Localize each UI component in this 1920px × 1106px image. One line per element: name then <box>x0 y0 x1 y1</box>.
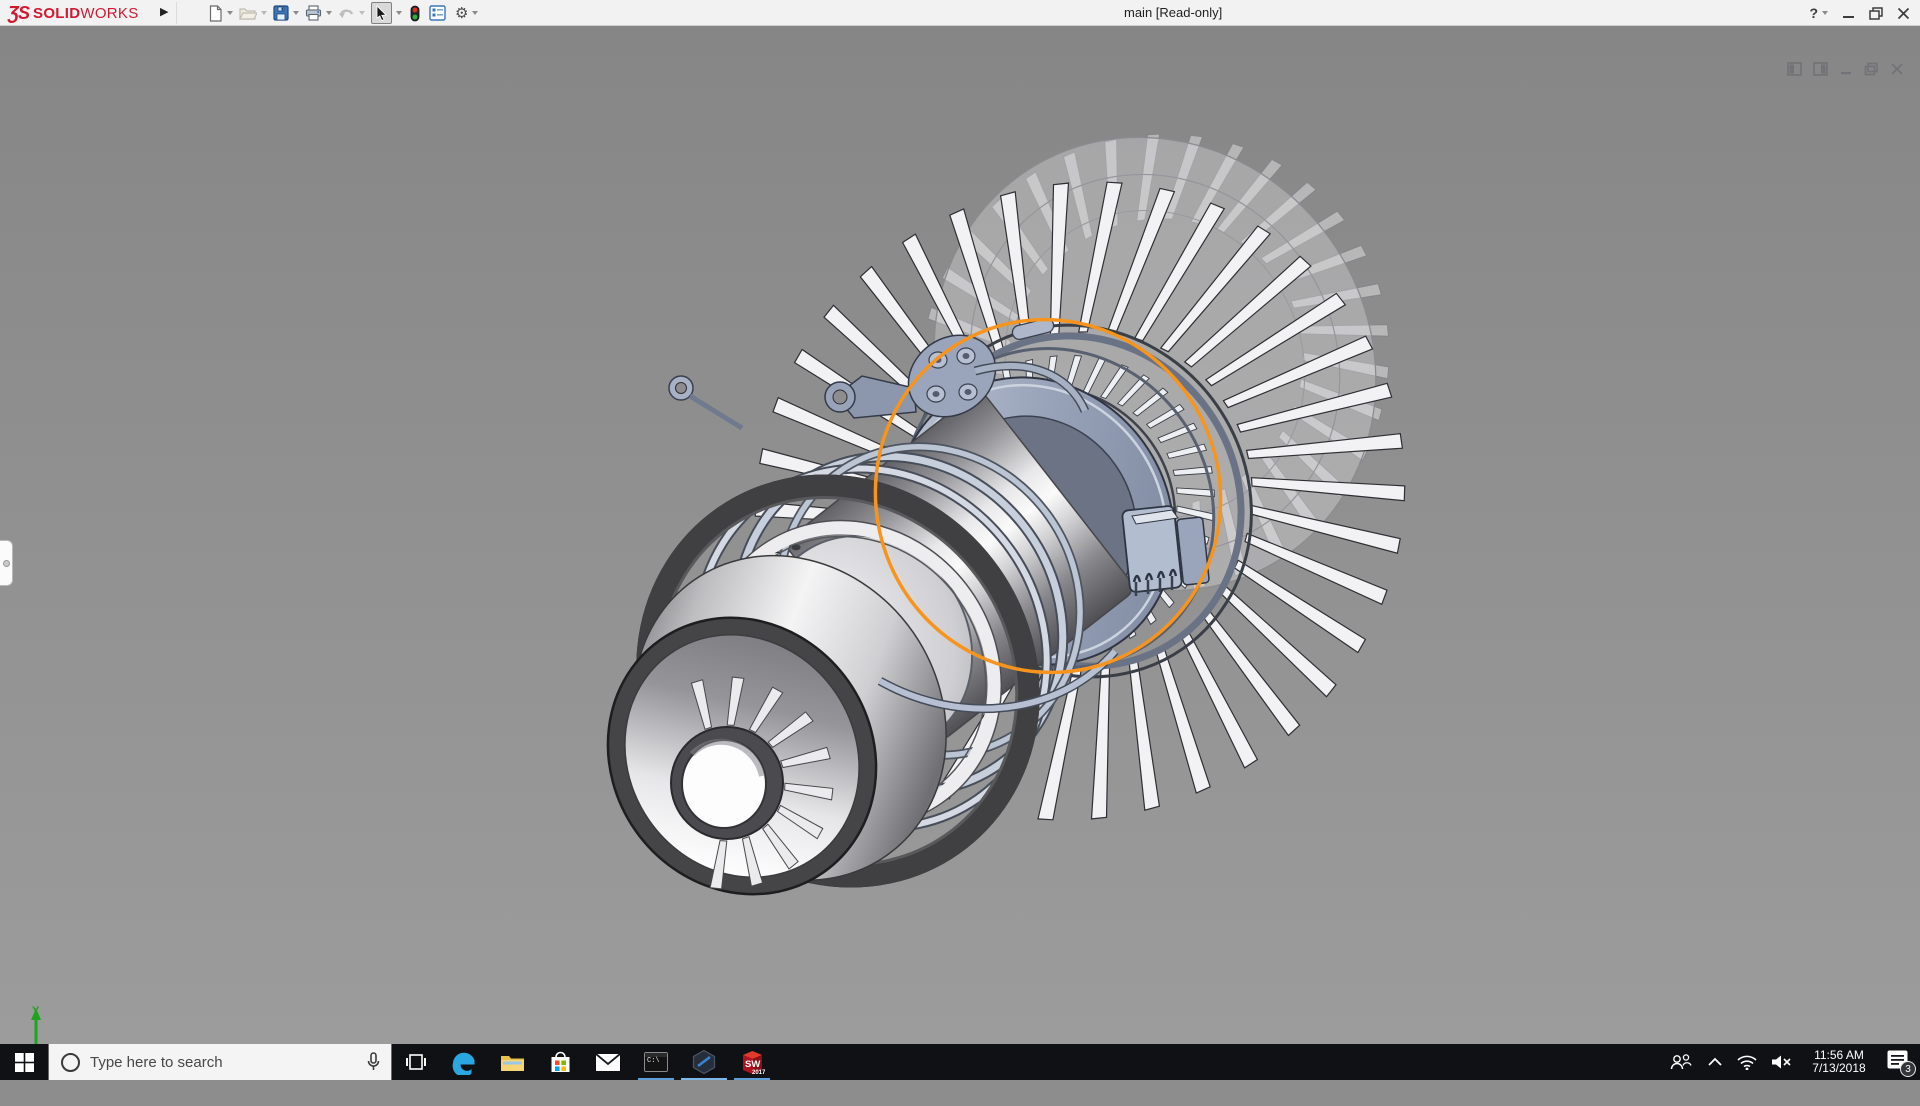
search-placeholder: Type here to search <box>90 1054 366 1071</box>
clock-time: 11:56 AM <box>1806 1049 1872 1063</box>
toolbar-separator <box>176 2 177 24</box>
people-icon[interactable] <box>1669 1053 1693 1071</box>
help-button[interactable]: ? <box>1809 5 1828 21</box>
svg-text:SW: SW <box>745 1059 760 1070</box>
notification-badge: 3 <box>1900 1061 1916 1077</box>
volume-muted-icon[interactable] <box>1771 1054 1792 1070</box>
file-properties-button[interactable] <box>429 5 446 21</box>
dock-right-icon[interactable] <box>1813 62 1828 76</box>
mail-icon <box>595 1053 621 1072</box>
document-window-controls <box>1787 62 1904 76</box>
close-button[interactable] <box>1897 7 1910 20</box>
options-caret[interactable] <box>472 11 478 15</box>
open-caret[interactable] <box>261 11 267 15</box>
document-title: main [Read-only] <box>1124 5 1222 20</box>
new-document-caret[interactable] <box>227 11 233 15</box>
tab-dot <box>3 560 10 567</box>
minimize-document-icon[interactable] <box>1839 62 1853 76</box>
taskbar-edge[interactable] <box>440 1044 488 1080</box>
task-view-icon <box>405 1052 427 1072</box>
close-document-icon[interactable] <box>1890 62 1904 76</box>
new-document-button[interactable] <box>208 5 233 22</box>
jet-engine-model[interactable] <box>0 26 1920 1106</box>
hexagon-app-icon <box>691 1049 717 1075</box>
help-icon: ? <box>1809 5 1818 21</box>
connector-block <box>1122 506 1210 596</box>
print-caret[interactable] <box>326 11 332 15</box>
cortana-icon <box>61 1053 80 1072</box>
side-lug <box>669 376 742 428</box>
command-prompt-icon: C:\ <box>644 1052 668 1072</box>
taskbar-hexagon-app[interactable] <box>680 1044 728 1080</box>
window-controls: ? <box>1809 0 1910 26</box>
quick-access-toolbar: ⚙ <box>205 0 481 26</box>
edge-icon <box>451 1049 477 1075</box>
select-tool-caret[interactable] <box>396 11 402 15</box>
taskbar-search-input[interactable]: Type here to search <box>48 1044 392 1080</box>
task-view-button[interactable] <box>392 1044 440 1080</box>
taskbar-clock[interactable]: 11:56 AM 7/13/2018 <box>1806 1049 1872 1076</box>
options-gear-button[interactable]: ⚙ <box>455 6 478 21</box>
restore-document-icon[interactable] <box>1864 62 1879 76</box>
open-button[interactable] <box>239 6 267 21</box>
taskbar-file-explorer[interactable] <box>488 1044 536 1080</box>
triad-y-label: Y <box>32 1005 40 1017</box>
ds-logo-glyph: ƷS <box>8 3 29 24</box>
clock-date: 7/13/2018 <box>1806 1062 1872 1076</box>
undo-caret[interactable] <box>359 11 365 15</box>
save-caret[interactable] <box>293 11 299 15</box>
wifi-icon[interactable] <box>1737 1055 1757 1070</box>
title-bar: ƷSSOLIDWORKS ▶ <box>0 0 1920 26</box>
taskbar-store[interactable] <box>536 1044 584 1080</box>
store-icon <box>549 1051 572 1074</box>
svg-text:2017: 2017 <box>752 1070 766 1076</box>
microphone-icon[interactable] <box>366 1052 381 1072</box>
print-button[interactable] <box>305 5 332 21</box>
save-button[interactable] <box>273 5 299 21</box>
restore-button[interactable] <box>1869 7 1883 20</box>
menu-flyout-arrow[interactable]: ▶ <box>160 5 168 18</box>
solidworks-2017-icon: SW 2017 <box>739 1049 766 1076</box>
solidworks-logo: ƷSSOLIDWORKS <box>8 2 139 24</box>
system-tray: 11:56 AM 7/13/2018 3 <box>1669 1044 1912 1080</box>
dock-left-icon[interactable] <box>1787 62 1802 76</box>
minimize-button[interactable] <box>1842 7 1855 20</box>
gear-icon: ⚙ <box>455 6 468 21</box>
help-caret[interactable] <box>1822 11 1828 15</box>
start-button[interactable] <box>0 1044 48 1080</box>
file-explorer-icon <box>500 1052 525 1073</box>
graphics-viewport[interactable]: Y X Z *Dimetric <box>0 26 1920 1044</box>
taskbar-solidworks-2017[interactable]: SW 2017 <box>728 1044 776 1080</box>
chevron-up-icon[interactable] <box>1707 1057 1723 1067</box>
action-center-button[interactable]: 3 <box>1886 1049 1912 1075</box>
undo-button[interactable] <box>338 6 365 21</box>
windows-taskbar: Type here to search <box>0 1044 1920 1080</box>
select-tool-button[interactable] <box>371 2 392 24</box>
feature-tree-collapsed-tab[interactable] <box>0 540 13 586</box>
taskbar-command-prompt[interactable]: C:\ <box>632 1044 680 1080</box>
view-stoplight-button[interactable] <box>410 5 420 22</box>
taskbar-mail[interactable] <box>584 1044 632 1080</box>
windows-logo-icon <box>15 1053 34 1072</box>
